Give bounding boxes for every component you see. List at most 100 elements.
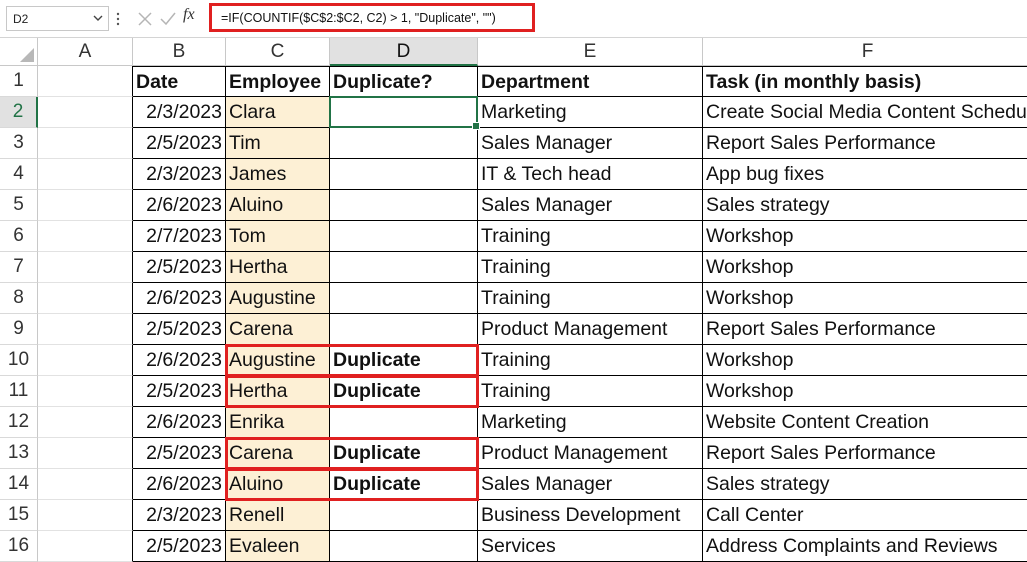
row-header-3[interactable]: 3 — [0, 128, 38, 159]
column-header-f[interactable]: F — [703, 38, 1027, 66]
column-header-c[interactable]: C — [226, 38, 330, 66]
cell-c6-employee[interactable]: Tom — [226, 221, 330, 252]
cell-f5-task[interactable]: Sales strategy — [703, 190, 1027, 221]
cell-b15-date[interactable]: 2/3/2023 — [133, 500, 226, 531]
cell-d14-duplicate[interactable]: Duplicate — [330, 469, 478, 500]
cell-f14-task[interactable]: Sales strategy — [703, 469, 1027, 500]
cell-d10-duplicate[interactable]: Duplicate — [330, 345, 478, 376]
row-header-15[interactable]: 15 — [0, 500, 38, 531]
cell-f3-task[interactable]: Report Sales Performance — [703, 128, 1027, 159]
cell-a1-a[interactable] — [38, 66, 133, 97]
cell-c1-employee[interactable]: Employee — [226, 66, 330, 97]
cell-d7-duplicate[interactable] — [330, 252, 478, 283]
cell-e7-department[interactable]: Training — [478, 252, 703, 283]
formula-input[interactable]: =IF(COUNTIF($C$2:$C2, C2) > 1, "Duplicat… — [209, 3, 535, 32]
cell-b8-date[interactable]: 2/6/2023 — [133, 283, 226, 314]
row-header-14[interactable]: 14 — [0, 469, 38, 500]
cell-b11-date[interactable]: 2/5/2023 — [133, 376, 226, 407]
cell-a7-a[interactable] — [38, 252, 133, 283]
cell-c13-employee[interactable]: Carena — [226, 438, 330, 469]
cell-e10-department[interactable]: Training — [478, 345, 703, 376]
cell-f2-task[interactable]: Create Social Media Content Schedule — [703, 97, 1027, 128]
cell-f4-task[interactable]: App bug fixes — [703, 159, 1027, 190]
cell-b7-date[interactable]: 2/5/2023 — [133, 252, 226, 283]
row-header-5[interactable]: 5 — [0, 190, 38, 221]
cell-a13-a[interactable] — [38, 438, 133, 469]
name-box[interactable]: D2 — [6, 6, 109, 31]
cell-f9-task[interactable]: Report Sales Performance — [703, 314, 1027, 345]
cell-a16-a[interactable] — [38, 531, 133, 562]
cell-e12-department[interactable]: Marketing — [478, 407, 703, 438]
cell-d8-duplicate[interactable] — [330, 283, 478, 314]
cell-a10-a[interactable] — [38, 345, 133, 376]
cell-b10-date[interactable]: 2/6/2023 — [133, 345, 226, 376]
cell-e5-department[interactable]: Sales Manager — [478, 190, 703, 221]
cell-c7-employee[interactable]: Hertha — [226, 252, 330, 283]
cell-a6-a[interactable] — [38, 221, 133, 252]
cell-d2-duplicate[interactable] — [330, 97, 478, 128]
cell-b3-date[interactable]: 2/5/2023 — [133, 128, 226, 159]
cell-c9-employee[interactable]: Carena — [226, 314, 330, 345]
cell-d9-duplicate[interactable] — [330, 314, 478, 345]
cell-a2-a[interactable] — [38, 97, 133, 128]
cell-a3-a[interactable] — [38, 128, 133, 159]
row-header-12[interactable]: 12 — [0, 407, 38, 438]
cell-e13-department[interactable]: Product Management — [478, 438, 703, 469]
cell-b9-date[interactable]: 2/5/2023 — [133, 314, 226, 345]
cell-a15-a[interactable] — [38, 500, 133, 531]
cell-c5-employee[interactable]: Aluino — [226, 190, 330, 221]
row-header-11[interactable]: 11 — [0, 376, 38, 407]
cell-b4-date[interactable]: 2/3/2023 — [133, 159, 226, 190]
cell-f1-task[interactable]: Task (in monthly basis) — [703, 66, 1027, 97]
cell-d4-duplicate[interactable] — [330, 159, 478, 190]
cell-b14-date[interactable]: 2/6/2023 — [133, 469, 226, 500]
cell-d15-duplicate[interactable] — [330, 500, 478, 531]
cell-f11-task[interactable]: Workshop — [703, 376, 1027, 407]
column-header-e[interactable]: E — [478, 38, 703, 66]
cell-b2-date[interactable]: 2/3/2023 — [133, 97, 226, 128]
cell-f10-task[interactable]: Workshop — [703, 345, 1027, 376]
enter-check-icon[interactable] — [158, 9, 178, 29]
cell-c2-employee[interactable]: Clara — [226, 97, 330, 128]
row-header-8[interactable]: 8 — [0, 283, 38, 314]
cell-c11-employee[interactable]: Hertha — [226, 376, 330, 407]
cell-a9-a[interactable] — [38, 314, 133, 345]
row-header-1[interactable]: 1 — [0, 66, 38, 97]
cell-c15-employee[interactable]: Renell — [226, 500, 330, 531]
cell-b16-date[interactable]: 2/5/2023 — [133, 531, 226, 562]
cell-e2-department[interactable]: Marketing — [478, 97, 703, 128]
cell-e14-department[interactable]: Sales Manager — [478, 469, 703, 500]
cell-f7-task[interactable]: Workshop — [703, 252, 1027, 283]
cancel-icon[interactable] — [135, 9, 155, 29]
cell-c16-employee[interactable]: Evaleen — [226, 531, 330, 562]
cell-c3-employee[interactable]: Tim — [226, 128, 330, 159]
cell-c12-employee[interactable]: Enrika — [226, 407, 330, 438]
chevron-down-icon[interactable] — [92, 10, 104, 26]
cell-d16-duplicate[interactable] — [330, 531, 478, 562]
row-header-6[interactable]: 6 — [0, 221, 38, 252]
cell-b5-date[interactable]: 2/6/2023 — [133, 190, 226, 221]
cell-d1-duplicate[interactable]: Duplicate? — [330, 66, 478, 97]
cell-a8-a[interactable] — [38, 283, 133, 314]
cell-c14-employee[interactable]: Aluino — [226, 469, 330, 500]
cell-c8-employee[interactable]: Augustine — [226, 283, 330, 314]
cell-e3-department[interactable]: Sales Manager — [478, 128, 703, 159]
cell-d3-duplicate[interactable] — [330, 128, 478, 159]
insert-function-icon[interactable]: fx — [183, 6, 195, 24]
cell-f12-task[interactable]: Website Content Creation — [703, 407, 1027, 438]
row-header-4[interactable]: 4 — [0, 159, 38, 190]
row-header-7[interactable]: 7 — [0, 252, 38, 283]
cell-e1-department[interactable]: Department — [478, 66, 703, 97]
cell-d11-duplicate[interactable]: Duplicate — [330, 376, 478, 407]
cell-f6-task[interactable]: Workshop — [703, 221, 1027, 252]
select-all-corner[interactable] — [0, 38, 38, 66]
cell-f15-task[interactable]: Call Center — [703, 500, 1027, 531]
column-header-a[interactable]: A — [38, 38, 133, 66]
cell-e16-department[interactable]: Services — [478, 531, 703, 562]
cell-e4-department[interactable]: IT & Tech head — [478, 159, 703, 190]
row-header-9[interactable]: 9 — [0, 314, 38, 345]
cell-a5-a[interactable] — [38, 190, 133, 221]
cell-f16-task[interactable]: Address Complaints and Reviews — [703, 531, 1027, 562]
cell-d6-duplicate[interactable] — [330, 221, 478, 252]
cell-e8-department[interactable]: Training — [478, 283, 703, 314]
